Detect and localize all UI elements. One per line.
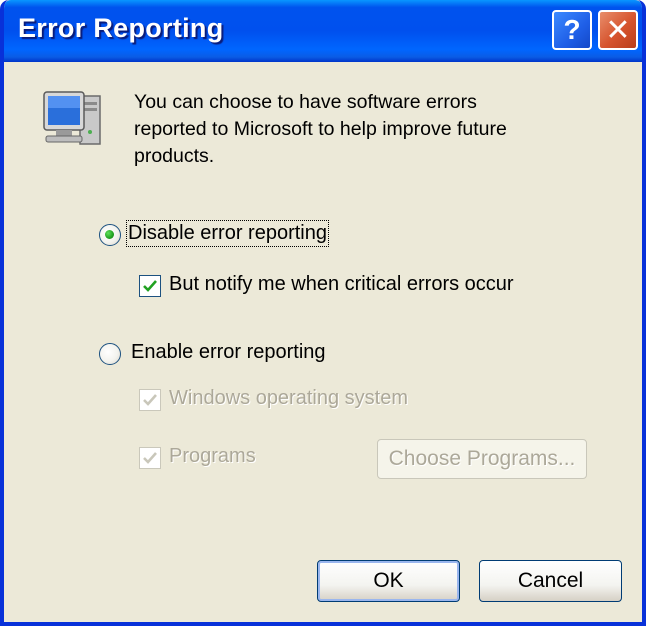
programs-label: Programs	[169, 445, 256, 467]
cancel-button[interactable]: Cancel	[479, 560, 622, 602]
dialog-body: You can choose to have software errors r…	[4, 62, 642, 622]
enable-reporting-radio[interactable]	[99, 343, 121, 365]
close-icon: ✕	[605, 13, 631, 47]
notify-critical-checkbox[interactable]	[139, 275, 161, 297]
enable-reporting-label[interactable]: Enable error reporting	[131, 341, 326, 364]
close-button[interactable]: ✕	[598, 10, 638, 50]
intro-text: You can choose to have software errors r…	[134, 91, 507, 167]
checkmark-icon	[143, 394, 157, 406]
computer-icon	[43, 91, 101, 145]
windows-os-checkbox[interactable]	[139, 389, 161, 411]
title-bar[interactable]: Error Reporting ? ✕	[4, 0, 642, 62]
ok-button[interactable]: OK	[317, 560, 460, 602]
notify-critical-label[interactable]: But notify me when critical errors occur	[169, 273, 514, 296]
radio-selected-dot	[105, 230, 114, 239]
programs-checkbox[interactable]	[139, 447, 161, 469]
windows-os-label: Windows operating system	[169, 387, 408, 409]
error-reporting-dialog: Error Reporting ? ✕ You can choose to ha…	[0, 0, 646, 626]
checkmark-icon	[143, 452, 157, 464]
checkmark-icon	[143, 280, 157, 292]
disable-reporting-label[interactable]: Disable error reporting	[126, 220, 329, 247]
help-button[interactable]: ?	[552, 10, 592, 50]
help-icon: ?	[563, 14, 581, 45]
window-title: Error Reporting	[18, 13, 224, 43]
choose-programs-button[interactable]: Choose Programs...	[377, 439, 587, 479]
disable-reporting-radio[interactable]	[99, 224, 121, 246]
